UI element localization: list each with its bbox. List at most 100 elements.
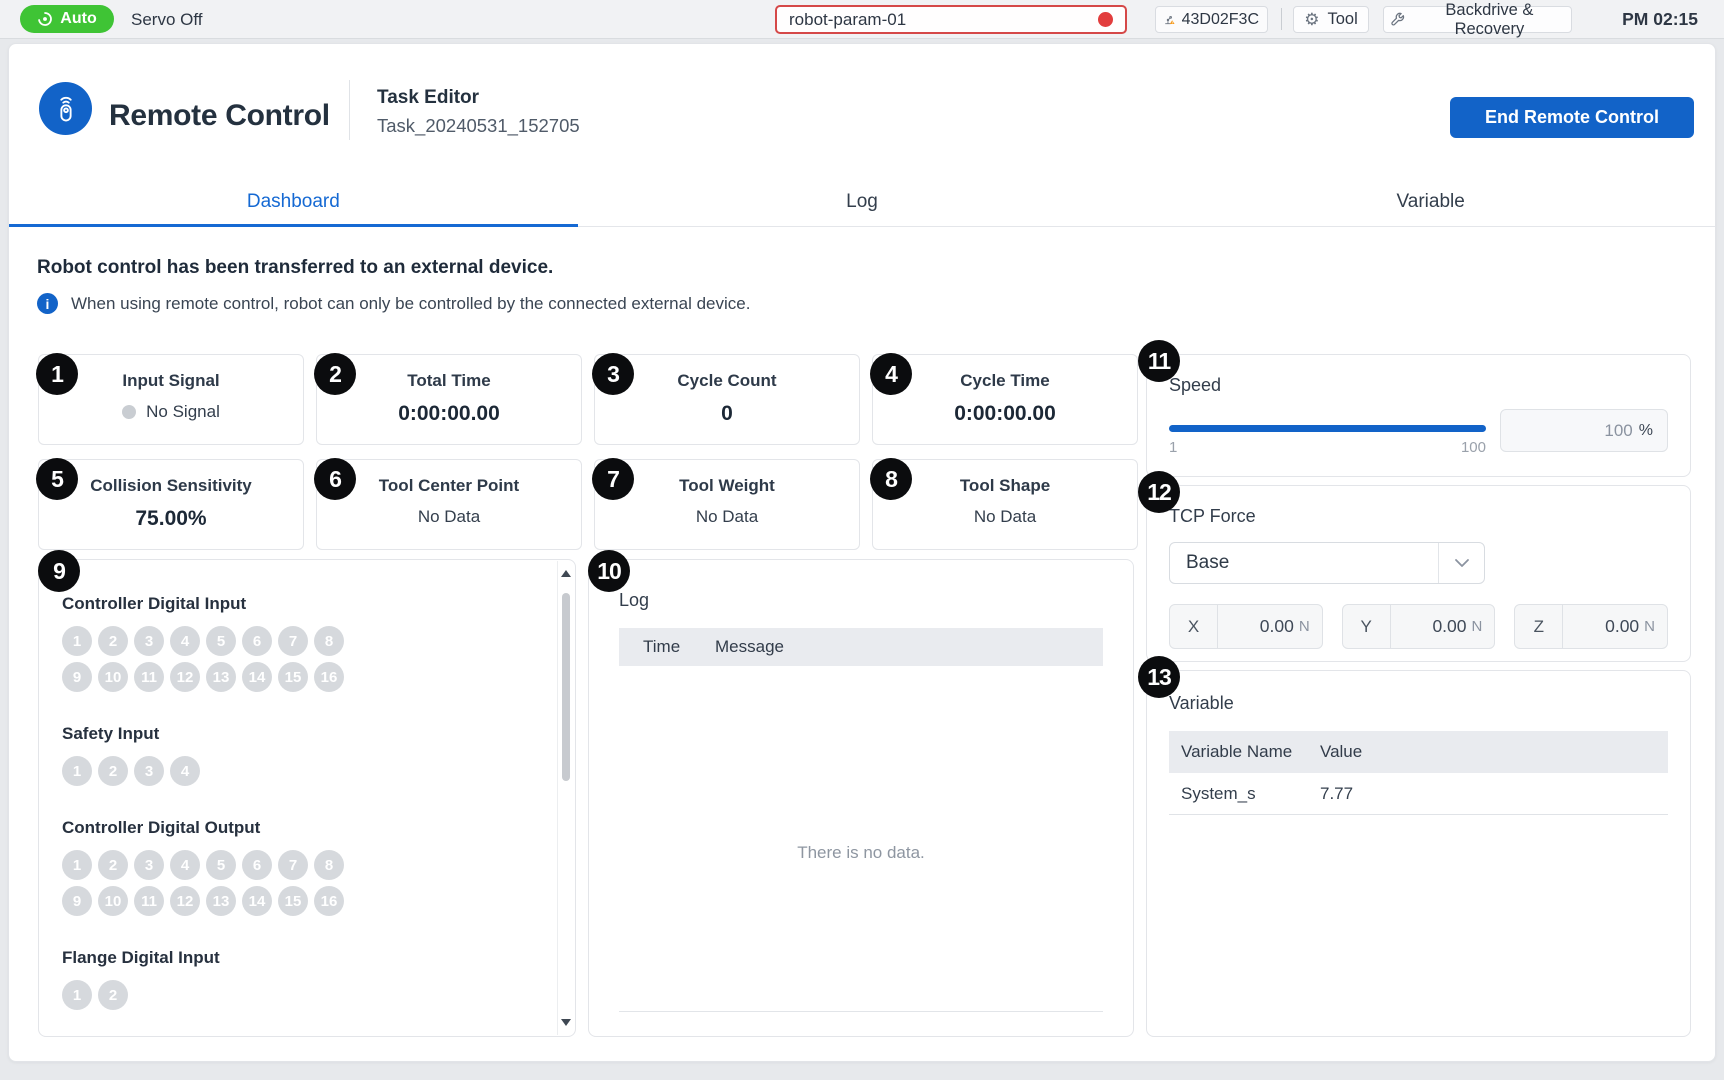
io-indicator-13: 13 (206, 662, 236, 692)
io-indicator-8: 8 (314, 850, 344, 880)
speed-slider[interactable]: 1 100 (1169, 409, 1486, 456)
io-indicator-6: 6 (242, 850, 272, 880)
io-indicator-8: 8 (314, 626, 344, 656)
io-indicator-11: 11 (134, 662, 164, 692)
annotation-badge-2: 2 (314, 353, 356, 395)
io-indicator-16: 16 (314, 662, 344, 692)
info-row: i When using remote control, robot can o… (37, 293, 750, 314)
tool-button-label: Tool (1327, 10, 1357, 29)
io-indicator-2: 2 (98, 626, 128, 656)
tab-dashboard[interactable]: Dashboard (9, 178, 578, 226)
program-name-value: robot-param-01 (789, 10, 1098, 30)
robot-warning-icon (1164, 11, 1176, 29)
reference-frame-select[interactable]: Base (1169, 542, 1485, 584)
io-indicator-4: 4 (170, 850, 200, 880)
tcp-force-axes: X0.00NY0.00NZ0.00N (1169, 604, 1668, 649)
stat-card-title: Total Time (407, 371, 490, 391)
tool-button[interactable]: ⚙ Tool (1293, 6, 1369, 33)
io-scrollbar[interactable] (557, 561, 574, 1035)
stat-card-collision-sensitivity: 5Collision Sensitivity75.00% (38, 459, 304, 550)
scrollbar-thumb[interactable] (562, 593, 570, 781)
io-signal-list: Controller Digital Input1234567891011121… (39, 560, 557, 1036)
tab-label: Dashboard (247, 191, 340, 213)
io-indicator-10: 10 (98, 662, 128, 692)
page-title: Remote Control (109, 99, 330, 133)
slider-max-label: 100 (1461, 439, 1486, 456)
program-name-field[interactable]: robot-param-01 (775, 5, 1127, 34)
gear-icon: ⚙ (1304, 11, 1319, 28)
log-table-header: TimeMessage (619, 628, 1103, 666)
stat-card-value: No Data (418, 507, 480, 527)
tab-variable[interactable]: Variable (1146, 178, 1715, 226)
wrench-icon (1390, 11, 1406, 28)
stat-card-value: 75.00% (135, 507, 206, 531)
scroll-up-arrow[interactable] (561, 570, 571, 577)
log-column-time: Time (619, 637, 715, 657)
annotation-badge-7: 7 (592, 458, 634, 500)
speed-slider-labels: 1 100 (1169, 439, 1486, 456)
stat-card-value-row: 0:00:00.00 (398, 402, 500, 426)
stat-card-value-row: No Data (696, 507, 758, 527)
stat-card-value: 0:00:00.00 (954, 402, 1056, 426)
log-empty-message: There is no data. (589, 843, 1133, 863)
signal-indicator-dot (122, 405, 136, 419)
annotation-badge-8: 8 (870, 458, 912, 500)
stat-card-value-row: No Signal (122, 402, 220, 422)
io-indicator-7: 7 (278, 626, 308, 656)
info-icon: i (37, 293, 58, 314)
variable-column-value: Value (1320, 742, 1362, 762)
annotation-badge-5: 5 (36, 458, 78, 500)
scroll-down-arrow[interactable] (561, 1019, 571, 1026)
io-circle-row: 12 (62, 980, 557, 1010)
axis-unit: N (1299, 618, 1310, 635)
axis-value-wrap: 0.00N (1391, 605, 1495, 648)
stat-card-value: 0:00:00.00 (398, 402, 500, 426)
axis-label-x: X (1170, 605, 1218, 648)
stat-card-value-row: 0 (721, 402, 733, 426)
log-panel: 10 Log TimeMessage There is no data. (588, 559, 1134, 1037)
tab-label: Variable (1397, 191, 1465, 213)
stat-card-value: No Data (974, 507, 1036, 527)
info-message: When using remote control, robot can onl… (71, 294, 750, 314)
io-indicator-3: 3 (134, 756, 164, 786)
annotation-badge-1: 1 (36, 353, 78, 395)
io-group-label-controller-digital-output: Controller Digital Output (62, 818, 557, 838)
robot-mode-badge[interactable]: Auto (20, 5, 114, 33)
robot-id-button[interactable]: 43D02F3C (1155, 6, 1268, 33)
io-group-label-flange-digital-input: Flange Digital Input (62, 948, 557, 968)
topbar-divider (1281, 8, 1282, 30)
axis-unit: N (1644, 618, 1655, 635)
record-indicator-dot (1098, 12, 1113, 27)
io-indicator-14: 14 (242, 662, 272, 692)
variable-column-variable-name: Variable Name (1169, 742, 1320, 762)
speed-slider-track[interactable] (1169, 425, 1486, 432)
stat-card-value: No Signal (146, 402, 220, 422)
speed-value-input[interactable]: 100 % (1500, 409, 1668, 452)
variable-table-body: System_s7.77 (1169, 773, 1668, 815)
io-indicator-4: 4 (170, 626, 200, 656)
io-indicator-3: 3 (134, 626, 164, 656)
io-indicator-1: 1 (62, 756, 92, 786)
io-circle-row: 910111213141516 (62, 662, 557, 692)
stat-card-value-row: No Data (974, 507, 1036, 527)
stat-card-value-row: 0:00:00.00 (954, 402, 1056, 426)
auto-mode-icon (37, 11, 53, 27)
stat-card-value-row: No Data (418, 507, 480, 527)
tcp-force-panel: 12 TCP Force Base X0.00NY0.00NZ0.00N (1146, 485, 1691, 662)
end-remote-control-button[interactable]: End Remote Control (1450, 97, 1694, 138)
io-indicator-2: 2 (98, 850, 128, 880)
task-editor-label: Task Editor (377, 87, 479, 109)
tab-log[interactable]: Log (578, 178, 1147, 226)
io-circle-row: 910111213141516 (62, 886, 557, 916)
log-panel-title: Log (619, 590, 649, 611)
backdrive-recovery-button[interactable]: Backdrive & Recovery (1383, 6, 1572, 33)
io-indicator-15: 15 (278, 662, 308, 692)
annotation-badge-12: 12 (1138, 471, 1180, 513)
variable-table-header: Variable NameValue (1169, 731, 1668, 773)
axis-unit: N (1472, 618, 1483, 635)
stat-card-input-signal: 1Input SignalNo Signal (38, 354, 304, 445)
io-indicator-12: 12 (170, 886, 200, 916)
stat-card-value: 0 (721, 402, 733, 426)
io-indicator-10: 10 (98, 886, 128, 916)
stat-card-tool-shape: 8Tool ShapeNo Data (872, 459, 1138, 550)
